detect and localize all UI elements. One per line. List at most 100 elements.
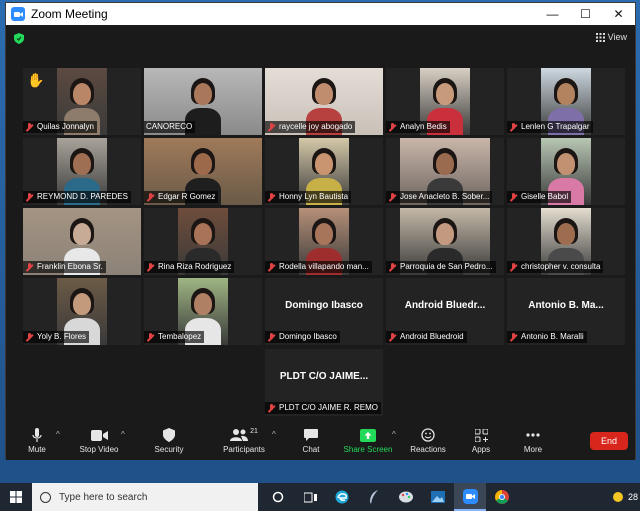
zoom-taskbar-app[interactable]: [454, 483, 486, 511]
participant-name: REYMOND D. PAREDES: [37, 192, 128, 201]
participant-display-name: Domingo Ibasco: [285, 300, 363, 311]
participant-tile[interactable]: Parroquia de San Pedro...: [386, 208, 504, 275]
participant-tile[interactable]: Tembalopez: [144, 278, 262, 345]
muted-mic-icon: [388, 262, 397, 272]
start-button[interactable]: [0, 483, 32, 511]
muted-mic-icon: [25, 122, 34, 132]
audio-options-chevron-icon[interactable]: ^: [56, 430, 60, 439]
participant-tile[interactable]: Franklin Ebona Sr.: [23, 208, 141, 275]
participant-name-label: raycelle joy abogado: [265, 121, 356, 133]
photos-app[interactable]: [422, 483, 454, 511]
participant-figure: [315, 83, 333, 105]
participant-tile[interactable]: Rina Riza Rodriguez: [144, 208, 262, 275]
participant-figure: [194, 223, 212, 245]
participant-tile[interactable]: Edgar R Gomez: [144, 138, 262, 205]
muted-mic-icon: [267, 332, 276, 342]
security-button[interactable]: Security: [149, 427, 189, 454]
participant-name-label: Android Bluedroid: [386, 331, 467, 343]
minimize-button[interactable]: —: [536, 3, 569, 25]
participant-tile[interactable]: REYMOND D. PAREDES: [23, 138, 141, 205]
participant-figure: [73, 153, 91, 175]
paint-app[interactable]: [390, 483, 422, 511]
participant-tile[interactable]: raycelle joy abogado: [265, 68, 383, 135]
participant-name: Yoly B. Flores: [37, 332, 87, 341]
stop-video-button[interactable]: Stop Video: [76, 427, 122, 454]
edge-browser-app[interactable]: [326, 483, 358, 511]
weather-sun-icon[interactable]: [612, 491, 624, 503]
mute-button[interactable]: Mute: [20, 427, 54, 454]
close-button[interactable]: ✕: [602, 3, 635, 25]
end-meeting-button[interactable]: End: [590, 432, 628, 450]
encryption-shield-icon[interactable]: [14, 33, 24, 44]
participant-figure: [557, 223, 575, 245]
view-button[interactable]: View: [595, 32, 627, 42]
share-screen-icon: [360, 428, 376, 442]
apps-button[interactable]: Apps: [466, 427, 496, 454]
participant-tile[interactable]: ✋ Quilas Jonnalyn: [23, 68, 141, 135]
participant-tile[interactable]: Android Bluedr... Android Bluedroid: [386, 278, 504, 345]
participant-name-label: Quilas Jonnalyn: [23, 121, 97, 133]
grid-view-icon: [595, 32, 605, 42]
microphone-icon: [32, 427, 42, 442]
zoom-app-icon: [11, 7, 25, 21]
cortana-button[interactable]: [262, 483, 294, 511]
muted-mic-icon: [388, 332, 397, 342]
edge-icon: [335, 490, 349, 504]
participant-name: christopher v. consulta: [521, 262, 601, 271]
more-button[interactable]: More: [518, 427, 548, 454]
participant-name-label: christopher v. consulta: [507, 261, 604, 273]
muted-mic-icon: [267, 262, 276, 272]
participant-figure: [315, 223, 333, 245]
clock-text[interactable]: 28: [628, 492, 638, 502]
search-placeholder: Type here to search: [59, 491, 148, 503]
participant-tile[interactable]: Honny Lyn Bautista: [265, 138, 383, 205]
participant-tile[interactable]: Antonio B. Ma... Antonio B. Maralli: [507, 278, 625, 345]
participants-chevron-icon[interactable]: ^: [272, 430, 276, 439]
photos-icon: [431, 491, 445, 503]
participant-figure: [73, 83, 91, 105]
muted-mic-icon: [25, 262, 34, 272]
participant-name-label: Jose Anacleto B. Sober...: [386, 191, 493, 203]
participant-figure: [436, 223, 454, 245]
video-options-chevron-icon[interactable]: ^: [121, 430, 125, 439]
participant-name: Edgar R Gomez: [158, 192, 216, 201]
participant-figure: [436, 153, 454, 175]
participant-tile[interactable]: Yoly B. Flores: [23, 278, 141, 345]
apps-icon: [474, 428, 488, 442]
feather-app[interactable]: [358, 483, 390, 511]
chrome-browser-app[interactable]: [486, 483, 518, 511]
raised-hand-icon: ✋: [27, 72, 45, 88]
participant-tile[interactable]: Jose Anacleto B. Sober...: [386, 138, 504, 205]
reactions-label: Reactions: [410, 445, 446, 454]
share-options-chevron-icon[interactable]: ^: [392, 430, 396, 439]
participant-figure: [194, 153, 212, 175]
muted-mic-icon: [146, 332, 155, 342]
share-screen-button[interactable]: Share Screen: [343, 427, 393, 454]
participant-figure: [194, 83, 212, 105]
task-view-button[interactable]: [294, 483, 326, 511]
participant-tile[interactable]: Domingo Ibasco Domingo Ibasco: [265, 278, 383, 345]
participant-tile[interactable]: PLDT C/O JAIME... PLDT C/O JAIME R. REMO: [265, 349, 383, 416]
participant-name: raycelle joy abogado: [279, 122, 353, 131]
participants-button[interactable]: 21 Participants: [216, 427, 272, 455]
share-screen-label: Share Screen: [343, 445, 393, 454]
cortana-circle-icon: [272, 491, 284, 503]
muted-mic-icon: [267, 122, 276, 132]
participant-tile[interactable]: Giselle Babol: [507, 138, 625, 205]
participant-name-label: CANORECO: [144, 121, 196, 133]
chrome-icon: [495, 490, 509, 504]
participant-tile[interactable]: christopher v. consulta: [507, 208, 625, 275]
security-label: Security: [154, 445, 184, 454]
maximize-button[interactable]: ☐: [569, 3, 602, 25]
chat-bubble-icon: [304, 428, 318, 441]
participant-name-label: Giselle Babol: [507, 191, 572, 203]
participant-tile[interactable]: Rodella villapando man...: [265, 208, 383, 275]
participant-figure: [557, 153, 575, 175]
chat-button[interactable]: Chat: [294, 427, 328, 454]
participant-tile[interactable]: CANORECO: [144, 68, 262, 135]
reactions-button[interactable]: Reactions: [406, 427, 450, 454]
taskbar-search-box[interactable]: Type here to search: [32, 483, 258, 511]
participant-tile[interactable]: Analyn Bedis: [386, 68, 504, 135]
participant-tile[interactable]: Lenlen G Trapalgar: [507, 68, 625, 135]
meeting-info-bar: View: [6, 25, 635, 51]
